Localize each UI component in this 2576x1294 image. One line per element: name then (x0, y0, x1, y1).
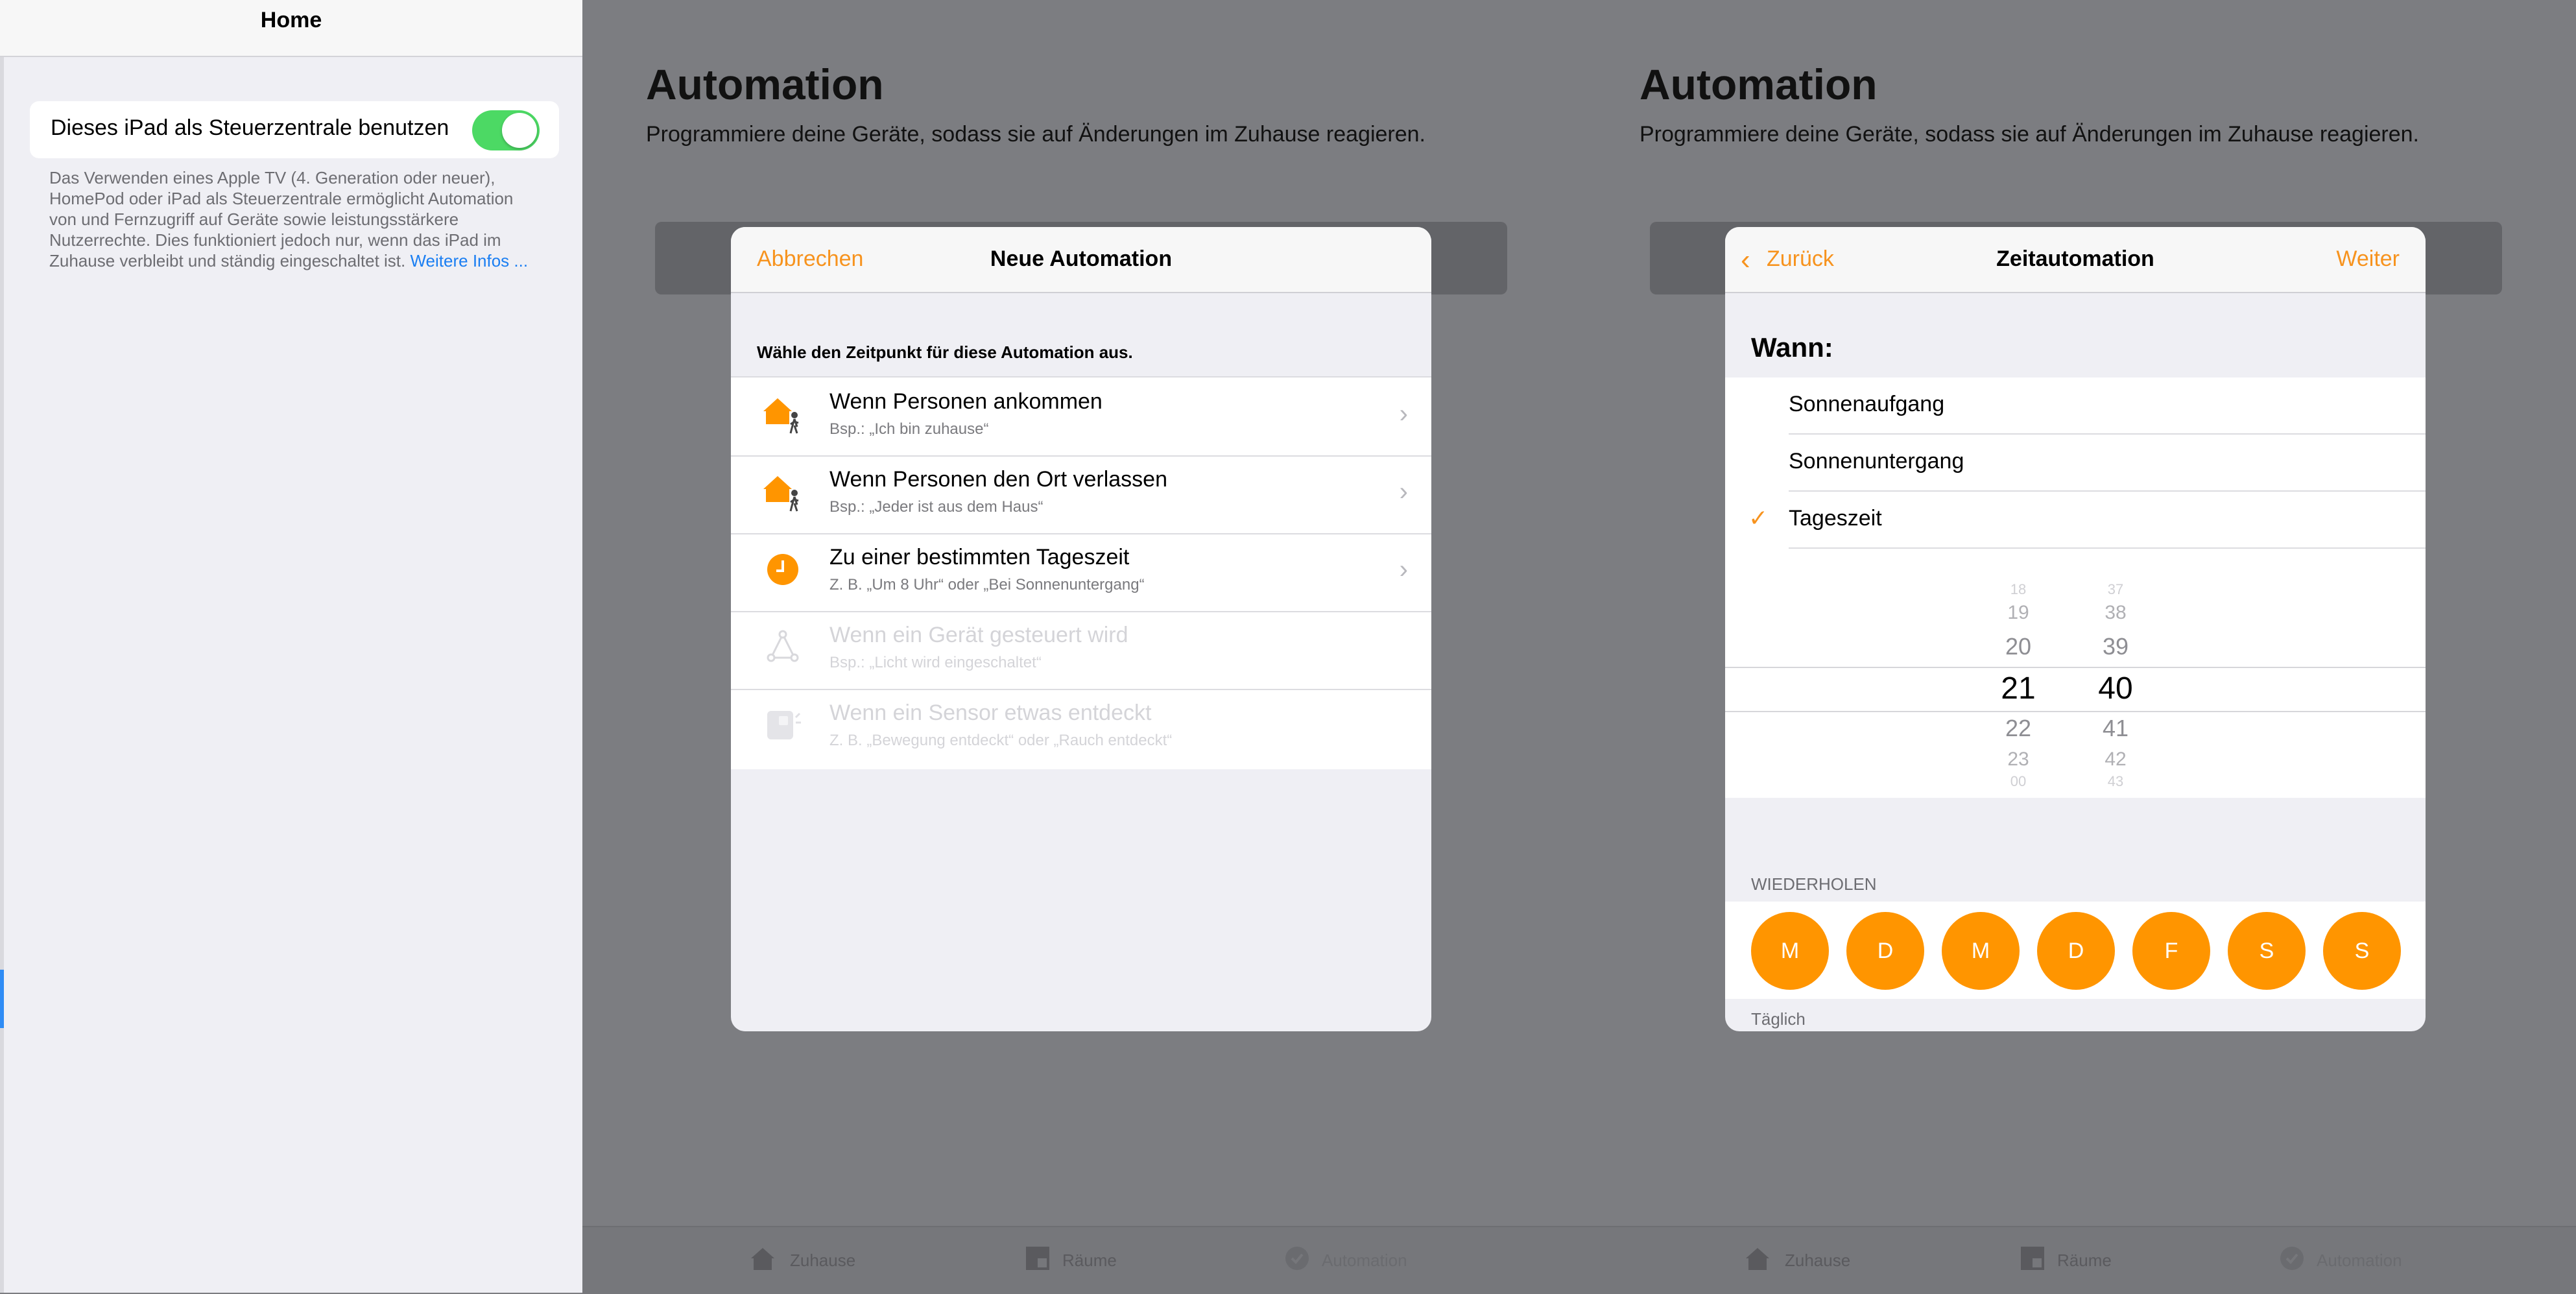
checkmark-icon: ✓ (1748, 505, 1769, 531)
chevron-right-icon: › (1399, 477, 1408, 506)
picker-minute: 41 (2102, 715, 2129, 741)
house-icon (1746, 1248, 1769, 1270)
day-wednesday-button[interactable]: M (1942, 912, 2020, 990)
picker-hour: 18 (2010, 581, 2027, 597)
house-icon (751, 1248, 774, 1270)
picker-hour: 00 (2010, 773, 2027, 789)
picker-hour: 23 (2007, 749, 2029, 770)
picker-hour: 20 (2005, 633, 2032, 660)
trigger-option-device: Wenn ein Gerät gesteuert wird Bsp.: „Lic… (731, 611, 1431, 690)
tab-automation[interactable]: Automation (2317, 1251, 2402, 1271)
picker-selection-line (1725, 711, 2426, 712)
automation-title-left: Automation (646, 60, 884, 108)
next-button[interactable]: Weiter (2336, 246, 2400, 272)
day-tuesday-button[interactable]: D (1846, 912, 1924, 990)
repeat-days-row: M D M D F S S (1725, 902, 2426, 999)
when-option-label: Tageszeit (1789, 506, 1882, 531)
picker-minute-selected: 40 (2098, 671, 2133, 706)
day-saturday-button[interactable]: S (2228, 912, 2306, 990)
trigger-prompt: Wähle den Zeitpunkt für diese Automation… (757, 342, 1133, 362)
time-automation-sheet: ‹ Zurück Zeitautomation Weiter Wann: Son… (1725, 227, 2426, 1031)
time-picker[interactable]: 18 19 20 21 22 23 00 37 38 39 40 41 42 4… (1725, 549, 2426, 798)
sensor-icon (767, 711, 801, 739)
picker-minute: 39 (2102, 633, 2129, 660)
option-subtitle: Bsp.: „Licht wird eingeschaltet“ (829, 654, 1042, 671)
chevron-right-icon: › (1399, 400, 1408, 428)
option-title: Wenn Personen ankommen (829, 389, 1103, 414)
day-thursday-button[interactable]: D (2037, 912, 2115, 990)
trigger-option-arrive[interactable]: Wenn Personen ankommen Bsp.: „Ich bin zu… (731, 377, 1431, 457)
home-person-icon (763, 398, 799, 434)
repeat-summary: Täglich (1751, 1009, 1806, 1029)
hub-toggle-cell: Dieses iPad als Steuerzentrale benutzen (30, 101, 559, 158)
picker-minute: 38 (2105, 602, 2127, 623)
settings-title: Home (260, 8, 322, 32)
device-icon (767, 630, 799, 662)
when-option-sunrise[interactable]: Sonnenaufgang (1725, 377, 2426, 435)
trigger-option-time[interactable]: Zu einer bestimmten Tageszeit Z. B. „Um … (731, 533, 1431, 612)
automation-subtitle-right: Programmiere deine Geräte, sodass sie au… (1640, 122, 2420, 147)
picker-hour: 22 (2005, 715, 2032, 741)
sidebar-edge (0, 0, 4, 1293)
option-subtitle: Bsp.: „Jeder ist aus dem Haus“ (829, 498, 1044, 516)
automation-clock-icon (1285, 1247, 1309, 1270)
when-option-time-of-day[interactable]: ✓ Tageszeit (1725, 492, 2426, 549)
picker-hour-selected: 21 (2001, 671, 2036, 706)
automation-clock-icon (2280, 1247, 2304, 1270)
tab-bar-left: Zuhause Räume Automation (582, 1226, 1577, 1294)
picker-selection-line (1725, 667, 2426, 668)
option-title: Wenn ein Gerät gesteuert wird (829, 623, 1128, 647)
day-friday-button[interactable]: F (2132, 912, 2210, 990)
day-sunday-button[interactable]: S (2323, 912, 2401, 990)
trigger-option-leave[interactable]: Wenn Personen den Ort verlassen Bsp.: „J… (731, 455, 1431, 534)
new-automation-sheet: Abbrechen Neue Automation Wähle den Zeit… (731, 227, 1431, 1031)
home-settings-panel: Home Dieses iPad als Steuerzentrale benu… (0, 0, 582, 1293)
tab-bar-right: Zuhause Räume Automation (1577, 1226, 2576, 1294)
picker-minute: 42 (2105, 749, 2127, 770)
chevron-right-icon: › (1399, 555, 1408, 584)
option-subtitle: Z. B. „Um 8 Uhr“ oder „Bei Sonnenunterga… (829, 576, 1145, 593)
repeat-label: WIEDERHOLEN (1751, 874, 1877, 894)
new-automation-navbar: Abbrechen Neue Automation (731, 227, 1431, 293)
option-title: Wenn ein Sensor etwas entdeckt (829, 701, 1152, 725)
picker-hour: 19 (2007, 602, 2029, 623)
tab-raeume[interactable]: Räume (1062, 1251, 1117, 1271)
toggle-knob (502, 113, 537, 148)
option-title: Wenn Personen den Ort verlassen (829, 467, 1167, 492)
tab-zuhause[interactable]: Zuhause (790, 1251, 855, 1271)
option-subtitle: Bsp.: „Ich bin zuhause“ (829, 420, 989, 438)
hub-toggle-label: Dieses iPad als Steuerzentrale benutzen (51, 115, 449, 140)
tab-raeume[interactable]: Räume (2057, 1251, 2112, 1271)
hub-toggle-switch[interactable] (472, 110, 540, 150)
hub-footnote: Das Verwenden eines Apple TV (4. Generat… (49, 167, 543, 271)
time-automation-title: Zeitautomation (1996, 246, 2154, 271)
when-option-sunset[interactable]: Sonnenuntergang (1725, 435, 2426, 492)
more-info-link[interactable]: Weitere Infos ... (410, 251, 528, 270)
rooms-icon (2021, 1247, 2044, 1270)
when-label: Wann: (1751, 332, 1833, 363)
tab-zuhause[interactable]: Zuhause (1785, 1251, 1850, 1271)
home-person-icon (763, 476, 799, 512)
settings-navbar: Home (0, 0, 582, 57)
new-automation-title: Neue Automation (990, 246, 1173, 271)
option-title: Zu einer bestimmten Tageszeit (829, 545, 1130, 569)
day-monday-button[interactable]: M (1751, 912, 1829, 990)
when-option-label: Sonnenuntergang (1789, 449, 1964, 473)
when-option-label: Sonnenaufgang (1789, 392, 1945, 416)
rooms-icon (1026, 1247, 1049, 1270)
trigger-options-list: Wenn Personen ankommen Bsp.: „Ich bin zu… (731, 376, 1431, 769)
clock-icon (767, 554, 798, 585)
picker-minute: 37 (2107, 581, 2124, 597)
time-automation-navbar: ‹ Zurück Zeitautomation Weiter (1725, 227, 2426, 293)
option-subtitle: Z. B. „Bewegung entdeckt“ oder „Rauch en… (829, 732, 1173, 749)
tab-automation[interactable]: Automation (1322, 1251, 1407, 1271)
sidebar-selection-indicator (0, 970, 4, 1028)
automation-title-right: Automation (1640, 60, 1878, 108)
automation-subtitle-left: Programmiere deine Geräte, sodass sie au… (646, 122, 1426, 147)
picker-minute: 43 (2107, 773, 2124, 789)
trigger-option-sensor: Wenn ein Sensor etwas entdeckt Z. B. „Be… (731, 689, 1431, 767)
